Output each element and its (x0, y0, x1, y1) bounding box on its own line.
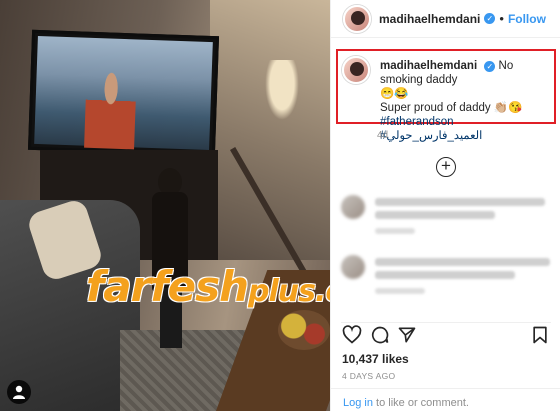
comment-text-blurred (375, 198, 545, 206)
share-icon[interactable] (397, 325, 417, 345)
comment-item (341, 255, 551, 295)
comment-text-blurred (375, 211, 495, 219)
load-more-comments-icon[interactable]: + (436, 157, 456, 177)
follow-button[interactable]: Follow (508, 12, 546, 26)
caption-time-ago: 4d (377, 130, 389, 141)
caption-line-2: Super proud of daddy 👏🏼😘 (380, 102, 523, 114)
comment-avatar (341, 255, 365, 279)
like-count[interactable]: 10,437 likes (342, 352, 409, 366)
caption-text: madihaelhemdani ✓ No smoking daddy 😁😂 Su… (380, 59, 552, 143)
author-avatar[interactable] (343, 4, 371, 33)
photo-tv-screen (34, 35, 213, 151)
photo-child (150, 168, 190, 348)
comment-meta-blurred (375, 288, 425, 294)
author-username[interactable]: madihaelhemdani (379, 12, 480, 26)
post-side-panel: madihaelhemdani ✓ • Follow madihaelhemda… (330, 0, 560, 411)
comment-avatar (341, 195, 365, 219)
caption-emoji: 😁😂 (380, 88, 409, 100)
person-icon (13, 385, 25, 399)
post-date: 4 DAYS AGO (342, 371, 396, 381)
comment-icon[interactable] (370, 325, 390, 345)
login-link[interactable]: Log in (343, 397, 373, 409)
verified-badge-icon: ✓ (484, 13, 496, 24)
watermark-main: farfesh (86, 262, 249, 311)
watermark-suffix: plus.com (247, 274, 330, 309)
caption-avatar[interactable] (342, 56, 370, 84)
login-prompt-text: to like or comment. (372, 397, 469, 409)
post-actions (341, 322, 551, 346)
comment-meta-blurred (375, 228, 415, 234)
photo-fruit-plate (278, 310, 330, 350)
caption-verified-icon: ✓ (484, 61, 496, 72)
tagged-users-button[interactable] (7, 380, 31, 404)
post-photo[interactable]: farfeshplus.com (0, 0, 330, 411)
photo-tv (27, 29, 220, 157)
post-header: madihaelhemdani ✓ • Follow (331, 0, 560, 38)
heart-icon[interactable] (342, 325, 362, 345)
hashtag-arabic[interactable]: #العميد_فارس_حولي (380, 129, 552, 143)
bookmark-icon[interactable] (530, 325, 550, 345)
hashtag-fatherandson[interactable]: #fatherandson (380, 115, 552, 129)
caption-highlight: madihaelhemdani ✓ No smoking daddy 😁😂 Su… (336, 49, 556, 142)
watermark-logo: farfeshplus.com (86, 262, 330, 311)
comment-text-blurred (375, 258, 550, 266)
comment-item (341, 195, 551, 235)
photo-lamp-glow (265, 60, 299, 120)
login-prompt: Log in to like or comment. (331, 388, 560, 411)
caption-username[interactable]: madihaelhemdani (380, 60, 477, 72)
header-separator: • (499, 11, 504, 26)
photo-tv-figure (84, 67, 137, 150)
comment-text-blurred (375, 271, 515, 279)
